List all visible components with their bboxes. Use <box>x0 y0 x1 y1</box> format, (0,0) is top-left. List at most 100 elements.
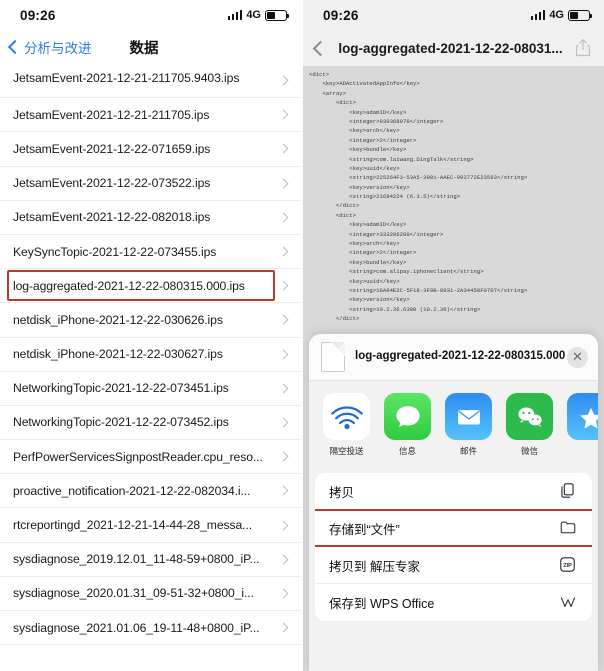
nav-bar-right: log-aggregated-2021-12-22-08031... <box>303 30 604 66</box>
share-action-label: 拷贝 <box>329 485 355 500</box>
mail-icon <box>445 393 492 440</box>
share-action-item[interactable]: 拷贝 <box>315 473 592 510</box>
share-file-name: log-aggregated-2021-12-22-080315.000 <box>355 350 566 363</box>
chevron-right-icon <box>278 520 289 530</box>
file-list-item[interactable]: JetsamEvent-2021-12-22-071659.ips <box>0 132 301 167</box>
share-app-label: 隔空投送 <box>329 446 364 456</box>
file-list-item[interactable]: JetsamEvent-2021-12-21-211705.9403.ips <box>0 64 301 99</box>
chevron-right-icon <box>278 417 289 428</box>
plist-line: <integer>333206289</integer> <box>309 230 444 238</box>
file-name-label: sysdiagnose_2021.01.06_19-11-48+0800_iP.… <box>13 620 260 635</box>
network-type-label: 4G <box>549 9 564 21</box>
chevron-right-icon <box>278 349 289 360</box>
plist-line: </dict> <box>309 202 360 210</box>
file-list-item[interactable]: log-aggregated-2021-12-22-080315.000.ips <box>0 269 301 304</box>
document-file-icon <box>321 342 345 372</box>
plist-line: <string>com.laiwang.DingTalk</string> <box>309 155 474 163</box>
file-list-item[interactable]: sysdiagnose_2020.01.31_09-51-32+0800_i..… <box>0 577 301 611</box>
share-app-item[interactable]: 微信 <box>506 393 553 457</box>
battery-icon <box>568 9 592 21</box>
share-action-item[interactable]: 保存到 WPS Office <box>315 584 592 621</box>
file-list-item[interactable]: JetsamEvent-2021-12-22-073522.ips <box>0 167 301 201</box>
share-app-item[interactable] <box>567 393 598 457</box>
plist-line: <string>21684224 (6.3.5)</string> <box>309 193 461 201</box>
file-name-label: netdisk_iPhone-2021-12-22-030627.ips <box>13 347 223 362</box>
plist-line: <string>16A04E2C-5F18-3F9B-8931-2A34450F… <box>309 286 528 294</box>
file-name-label: NetworkingTopic-2021-12-22-073451.ips <box>13 381 229 396</box>
plist-line: <key>adamID</key> <box>309 221 407 229</box>
file-list-item[interactable]: sysdiagnose_2019.12.01_11-48-59+0800_iP.… <box>0 543 301 577</box>
share-action-item[interactable]: 存储到“文件” <box>315 509 592 547</box>
file-list-item[interactable]: JetsamEvent-2021-12-21-211705.ips <box>0 98 301 133</box>
file-list-item[interactable]: sysdiagnose_2021.01.06_19-11-48+0800_iP.… <box>0 611 301 646</box>
share-sheet-header: log-aggregated-2021-12-22-080315.000 ✕ <box>309 334 598 381</box>
plist-line: <dict> <box>309 99 356 107</box>
plist-line: <key>uuid</key> <box>309 277 400 285</box>
chevron-right-icon <box>278 622 289 633</box>
file-name-label: JetsamEvent-2021-12-22-082018.ips <box>13 210 211 225</box>
share-action-item[interactable]: 拷贝到 解压专家 ZIP <box>315 547 592 584</box>
share-app-label: 邮件 <box>459 446 477 456</box>
signal-bars-icon <box>530 10 546 20</box>
file-list-item[interactable]: KeySyncTopic-2021-12-22-073455.ips <box>0 235 301 270</box>
share-action-label: 存储到“文件” <box>329 522 400 537</box>
file-name-label: sysdiagnose_2019.12.01_11-48-59+0800_iP.… <box>13 552 260 567</box>
nav-bar-left: 分析与改进 数据 <box>0 30 301 64</box>
status-time: 09:26 <box>20 7 56 23</box>
signal-bars-icon <box>227 10 243 20</box>
chevron-right-icon <box>278 144 289 154</box>
file-list-item[interactable]: netdisk_iPhone-2021-12-22-030626.ips <box>0 303 301 338</box>
plist-line: <key>uuid</key> <box>309 164 400 172</box>
file-name-label: sysdiagnose_2020.01.31_09-51-32+0800_i..… <box>13 586 254 601</box>
file-list-item[interactable]: NetworkingTopic-2021-12-22-073451.ips <box>0 372 301 406</box>
network-type-label: 4G <box>246 9 261 21</box>
file-name-label: proactive_notification-2021-12-22-082034… <box>13 483 251 498</box>
share-app-row[interactable]: 隔空投送 信息 邮件 微信 <box>309 381 598 467</box>
battery-icon <box>265 9 289 21</box>
plist-line: <integer>2</integer> <box>309 136 417 144</box>
status-indicators: 4G <box>227 9 289 21</box>
plist-line: <key>arch</key> <box>309 240 400 248</box>
file-name-label: netdisk_iPhone-2021-12-22-030626.ips <box>13 312 223 327</box>
copy-icon <box>558 481 578 501</box>
plist-line: <integer>930368978</integer> <box>309 117 444 125</box>
document-title: log-aggregated-2021-12-22-08031... <box>338 40 563 56</box>
file-list-item[interactable]: JetsamEvent-2021-12-22-082018.ips <box>0 201 301 235</box>
file-name-label: JetsamEvent-2021-12-21-211705.ips <box>13 107 210 122</box>
share-action-label: 拷贝到 解压专家 <box>329 559 420 574</box>
back-button[interactable]: 分析与改进 <box>7 37 92 57</box>
share-action-label: 保存到 WPS Office <box>329 597 435 611</box>
file-name-label: NetworkingTopic-2021-12-22-073452.ips <box>13 415 229 430</box>
status-time: 09:26 <box>323 7 359 23</box>
share-app-item[interactable]: 信息 <box>384 393 431 457</box>
status-indicators: 4G <box>530 9 592 21</box>
page-title: 数据 <box>129 40 159 57</box>
share-app-item[interactable]: 隔空投送 <box>323 393 370 457</box>
file-list-item[interactable]: netdisk_iPhone-2021-12-22-030627.ips <box>0 338 301 372</box>
file-name-label: rtcreportingd_2021-12-21-14-44-28_messa.… <box>13 518 253 533</box>
right-phone-screen: 09:26 4G log-aggregated-2021-12-22-08031… <box>303 0 604 671</box>
left-phone-screen: 09:26 4G 分析与改进 数据 JetsamEvent-2021-12-21… <box>0 0 303 671</box>
share-icon[interactable] <box>574 38 592 58</box>
chevron-right-icon <box>278 314 289 325</box>
file-list[interactable]: JetsamEvent-2021-12-21-211705.9403.ips Je… <box>0 64 301 671</box>
file-list-item[interactable]: NetworkingTopic-2021-12-22-073452.ips <box>0 406 301 441</box>
plist-line: <key>bundle</key> <box>309 258 407 266</box>
chevron-left-icon[interactable] <box>312 40 329 56</box>
file-list-item[interactable]: proactive_notification-2021-12-22-082034… <box>0 474 301 509</box>
chevron-left-icon <box>7 39 23 55</box>
file-name-label: PerfPowerServicesSignpostReader.cpu_reso… <box>13 449 263 464</box>
chevron-right-icon <box>278 383 289 394</box>
chevron-right-icon <box>278 451 289 462</box>
share-sheet: log-aggregated-2021-12-22-080315.000 ✕ 隔… <box>309 334 598 671</box>
file-list-item[interactable]: rtcreportingd_2021-12-21-14-44-28_messa.… <box>0 508 301 543</box>
file-name-label: JetsamEvent-2021-12-21-211705.9403.ips <box>13 70 240 85</box>
plist-line: <key>bundle</key> <box>309 146 407 154</box>
plist-line: </dict> <box>309 315 360 323</box>
close-button[interactable]: ✕ <box>567 346 588 368</box>
file-list-item[interactable]: PerfPowerServicesSignpostReader.cpu_reso… <box>0 440 301 475</box>
file-name-label: KeySyncTopic-2021-12-22-073455.ips <box>13 244 217 259</box>
chevron-right-icon <box>278 554 289 565</box>
share-app-item[interactable]: 邮件 <box>445 393 492 457</box>
share-action-list[interactable]: 拷贝存储到“文件” 拷贝到 解压专家 ZIP 保存到 WPS Office <box>315 473 592 621</box>
